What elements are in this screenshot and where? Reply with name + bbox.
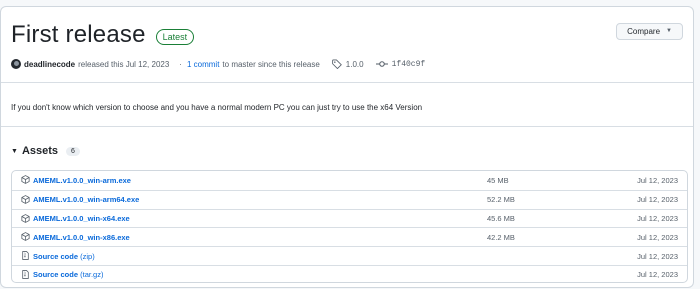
asset-name-link[interactable]: Source code (tar.gz)	[33, 270, 103, 279]
compare-button[interactable]: Compare ▼	[616, 23, 683, 40]
asset-name-suffix: (tar.gz)	[80, 270, 104, 280]
asset-date: Jul 12, 2023	[637, 195, 678, 205]
package-icon	[21, 194, 30, 204]
package-icon	[21, 213, 30, 223]
asset-size: 45 MB	[487, 175, 509, 185]
asset-date: Jul 12, 2023	[637, 251, 678, 261]
asset-row: AMEML.v1.0.0_win-x86.exe 42.2 MB Jul 12, 2…	[12, 227, 687, 246]
asset-name-link[interactable]: AMEML.v1.0.0_win-arm.exe	[33, 176, 131, 185]
asset-row: AMEML.v1.0.0_win-x64.exe 45.6 MB Jul 12, 2…	[12, 208, 687, 228]
commits-suffix: to master since this release	[222, 59, 320, 69]
commit-icon	[375, 59, 388, 69]
asset-date: Jul 12, 2023	[637, 270, 678, 280]
chevron-down-icon: ▼	[666, 28, 672, 34]
triangle-down-icon: ▼	[11, 147, 18, 155]
asset-row: AMEML.v1.0.0_win-arm64.exe 52.2 MB Jul 12,…	[12, 189, 687, 209]
asset-name: Source code	[33, 251, 79, 261]
assets-count-badge: 6	[66, 146, 80, 156]
release-card: First release Latest Compare ▼ deadlinec…	[0, 6, 694, 288]
asset-date: Jul 12, 2023	[637, 232, 678, 242]
released-text: released this Jul 12, 2023	[78, 59, 170, 69]
separator-dot: ·	[179, 59, 182, 69]
asset-name-suffix: (zip)	[80, 251, 95, 261]
asset-size: 52.2 MB	[487, 195, 515, 205]
latest-badge: Latest	[155, 28, 195, 45]
asset-date: Jul 12, 2023	[637, 175, 678, 185]
package-icon	[21, 175, 30, 184]
asset-name-link[interactable]: AMEML.v1.0.0_win-x86.exe	[33, 233, 130, 242]
commits-link[interactable]: 1 commit	[187, 60, 219, 69]
file-zip-icon	[21, 270, 30, 279]
release-description: If you don't know which version to choos…	[11, 103, 423, 112]
asset-name-link[interactable]: AMEML.v1.0.0_win-arm64.exe	[33, 195, 139, 204]
release-meta: deadlinecode released this Jul 12, 2023 …	[11, 59, 425, 69]
assets-label: Assets	[21, 145, 59, 157]
asset-size: 42.2 MB	[487, 232, 515, 242]
author-link[interactable]: deadlinecode	[24, 60, 75, 69]
asset-name: AMEML.v1.0.0_win-arm64.exe	[33, 195, 140, 205]
asset-name: AMEML.v1.0.0_win-arm.exe	[33, 175, 131, 185]
title-row: First release Latest	[11, 21, 683, 49]
tag-link[interactable]: 1.0.0	[346, 60, 364, 69]
asset-row: Source code (zip) Jul 12, 2023	[12, 246, 687, 265]
assets-toggle[interactable]: ▼ Assets 6	[11, 145, 80, 157]
asset-name: AMEML.v1.0.0_win-x86.exe	[33, 232, 130, 242]
asset-list: AMEML.v1.0.0_win-arm.exe 45 MB Jul 12, 202…	[11, 170, 688, 283]
asset-date: Jul 12, 2023	[637, 213, 678, 223]
asset-name-link[interactable]: AMEML.v1.0.0_win-x64.exe	[33, 214, 130, 223]
asset-row: AMEML.v1.0.0_win-arm.exe 45 MB Jul 12, 202…	[12, 171, 687, 190]
release-title[interactable]: First release	[11, 21, 146, 49]
asset-row: Source code (tar.gz) Jul 12, 2023	[12, 264, 687, 282]
tag-icon	[331, 59, 342, 69]
package-icon	[21, 232, 30, 242]
asset-size: 45.6 MB	[487, 213, 515, 223]
asset-name-link[interactable]: Source code (zip)	[33, 252, 95, 261]
compare-label: Compare	[627, 27, 661, 36]
asset-name: Source code	[33, 270, 79, 280]
divider	[1, 82, 693, 83]
divider	[1, 126, 693, 127]
release-header: First release Latest Compare ▼ deadlinec…	[11, 21, 683, 81]
asset-name: AMEML.v1.0.0_win-x64.exe	[33, 213, 130, 223]
commit-sha-link[interactable]: 1f40c9f	[392, 60, 426, 69]
file-zip-icon	[21, 251, 30, 261]
avatar[interactable]	[11, 59, 21, 69]
